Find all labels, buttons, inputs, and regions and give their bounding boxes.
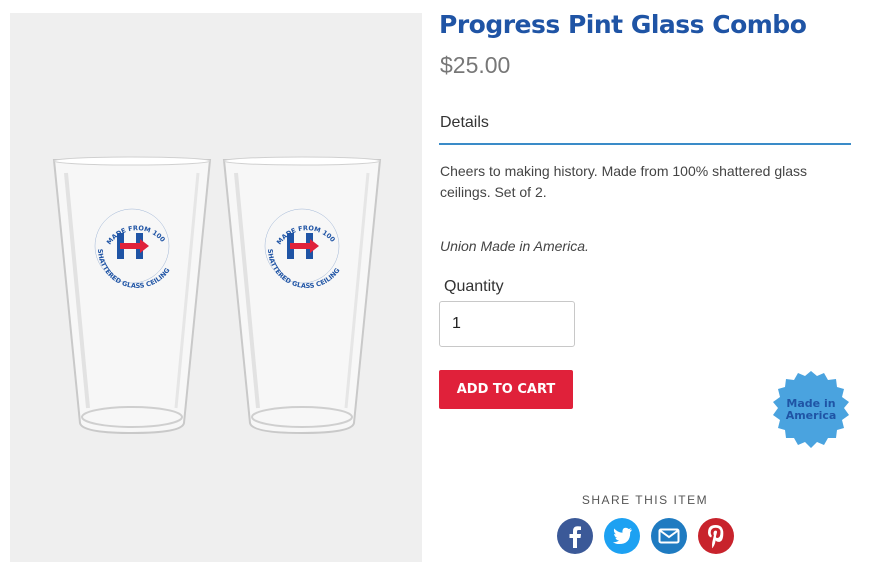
pinterest-icon[interactable] [697, 517, 735, 555]
share-label: SHARE THIS ITEM [581, 493, 709, 507]
pint-glasses-illustration: MADE FROM 100% SHATTERED GLASS CEILING M… [10, 13, 382, 435]
tab-details[interactable]: Details [440, 114, 489, 132]
facebook-icon[interactable] [556, 517, 594, 555]
badge-text: Made in America [770, 398, 852, 422]
product-description: Cheers to making history. Made from 100%… [440, 163, 808, 200]
made-in-america-badge: Made in America [770, 370, 852, 452]
product-image[interactable]: MADE FROM 100% SHATTERED GLASS CEILING M… [10, 13, 422, 562]
quantity-input[interactable] [439, 301, 575, 347]
quantity-label: Quantity [444, 278, 504, 295]
badge-line-2: America [785, 409, 837, 422]
product-price: $25.00 [440, 52, 511, 78]
details-divider [439, 143, 851, 145]
left-glass: MADE FROM 100% SHATTERED GLASS CEILING [10, 13, 212, 435]
email-icon[interactable] [650, 517, 688, 555]
union-made-note: Union Made in America. [440, 238, 589, 254]
product-title: Progress Pint Glass Combo [439, 10, 807, 39]
add-to-cart-button[interactable]: ADD TO CART [439, 370, 573, 409]
twitter-icon[interactable] [603, 517, 641, 555]
